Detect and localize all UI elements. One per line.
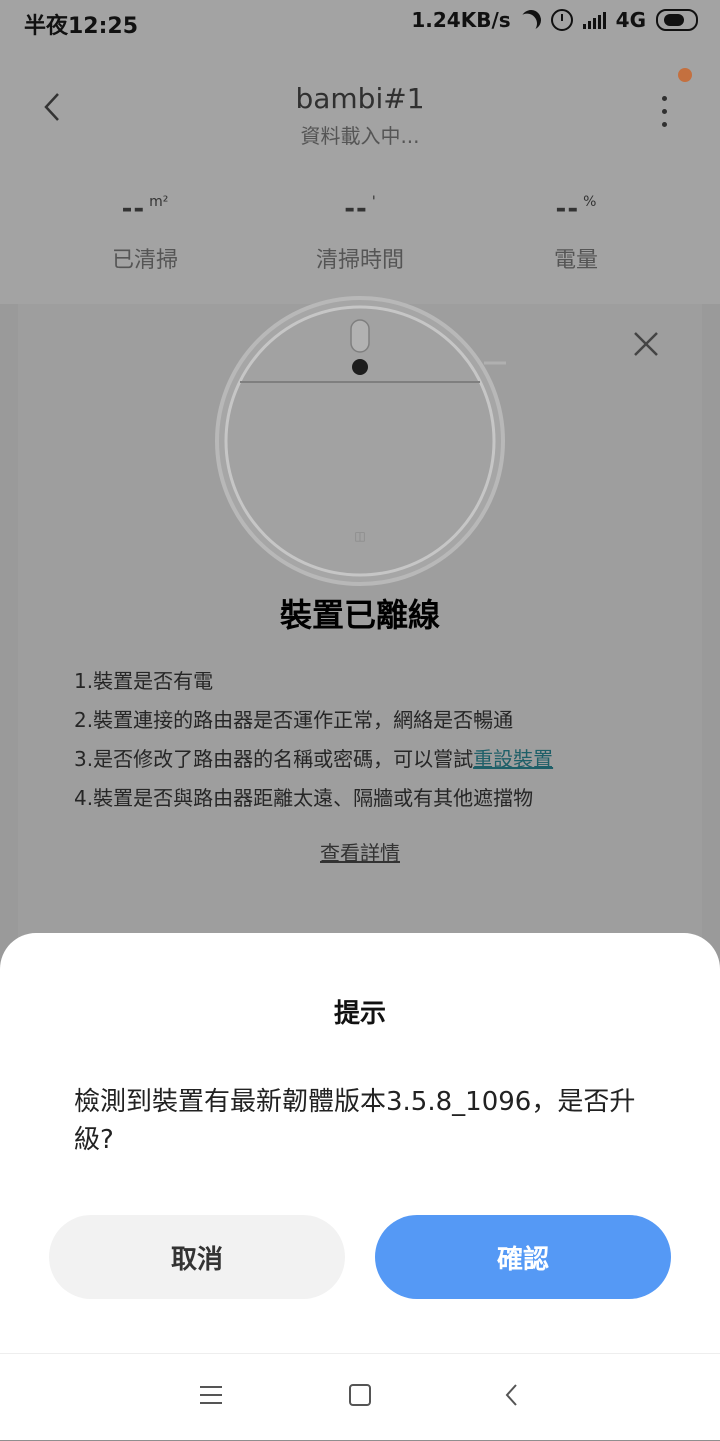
notification-dot	[678, 68, 692, 82]
stat-label: 電量	[553, 248, 598, 273]
stat-cleaned-area: -- m² 已清掃	[45, 194, 245, 274]
stat-unit: m²	[149, 194, 169, 210]
confirm-button[interactable]: 確認	[375, 1215, 671, 1299]
loading-status: 資料載入中...	[300, 124, 420, 148]
stat-unit: '	[371, 194, 376, 210]
device-header: bambi#1 資料載入中... -- m² 已清掃 -- ' 清掃時間 --% 電…	[0, 44, 720, 304]
moon-icon	[518, 7, 544, 33]
close-icon[interactable]	[632, 330, 660, 358]
dialog-message: 檢測到裝置有最新韌體版本3.5.8_1096，是否升級?	[74, 1087, 636, 1155]
tip-item: 2.裝置連接的路由器是否運作正常，網絡是否暢通	[74, 708, 514, 732]
network-speed: 1.24KB/s	[411, 8, 511, 32]
stat-unit: %	[583, 194, 597, 210]
tip-item: 4.裝置是否與路由器距離太遠、隔牆或有其他遮擋物	[74, 786, 534, 810]
reset-device-link[interactable]: 重設裝置	[473, 747, 553, 771]
svg-text:◫: ◫	[354, 529, 365, 543]
system-nav-bar	[0, 1353, 720, 1441]
dialog-title: 提示	[333, 999, 386, 1029]
home-icon[interactable]	[349, 1384, 371, 1406]
stat-label: 清掃時間	[315, 248, 404, 273]
tip-item: 1.裝置是否有電	[74, 669, 214, 693]
status-icons: 1.24KB/s 4G	[411, 8, 698, 32]
view-details-link[interactable]: 查看詳情	[0, 837, 720, 866]
tip-text: 3.是否修改了路由器的名稱或密碼，可以嘗試	[74, 747, 474, 771]
nav-back-icon[interactable]	[502, 1384, 522, 1406]
stat-label: 已清掃	[111, 248, 178, 273]
alarm-icon	[550, 9, 573, 31]
troubleshoot-tips: 1.裝置是否有電 2.裝置連接的路由器是否運作正常，網絡是否暢通 3.是否修改了…	[74, 662, 553, 818]
menu-icon[interactable]	[200, 1386, 222, 1404]
battery-icon	[656, 9, 698, 31]
status-time: 半夜12:25	[24, 14, 139, 39]
stat-value: --	[555, 194, 580, 224]
tip-item: 3.是否修改了路由器的名稱或密碼，可以嘗試重設裝置	[74, 740, 553, 779]
cancel-button[interactable]: 取消	[49, 1215, 345, 1299]
status-bar: 半夜12:25 1.24KB/s 4G	[0, 0, 720, 44]
stat-battery: --% 電量	[476, 194, 676, 274]
firmware-update-dialog: 提示 檢測到裝置有最新韌體版本3.5.8_1096，是否升級? 取消 確認	[0, 933, 720, 1440]
offline-title: 裝置已離線	[279, 596, 440, 634]
robot-vacuum-image: ◫	[215, 296, 506, 586]
stat-value: --	[121, 194, 146, 224]
more-options-icon[interactable]	[662, 96, 670, 130]
network-type: 4G	[615, 8, 646, 32]
stat-cleaning-time: -- ' 清掃時間	[260, 194, 460, 274]
signal-icon	[582, 11, 606, 29]
device-name: bambi#1	[295, 82, 425, 115]
stat-value: --	[344, 194, 368, 224]
